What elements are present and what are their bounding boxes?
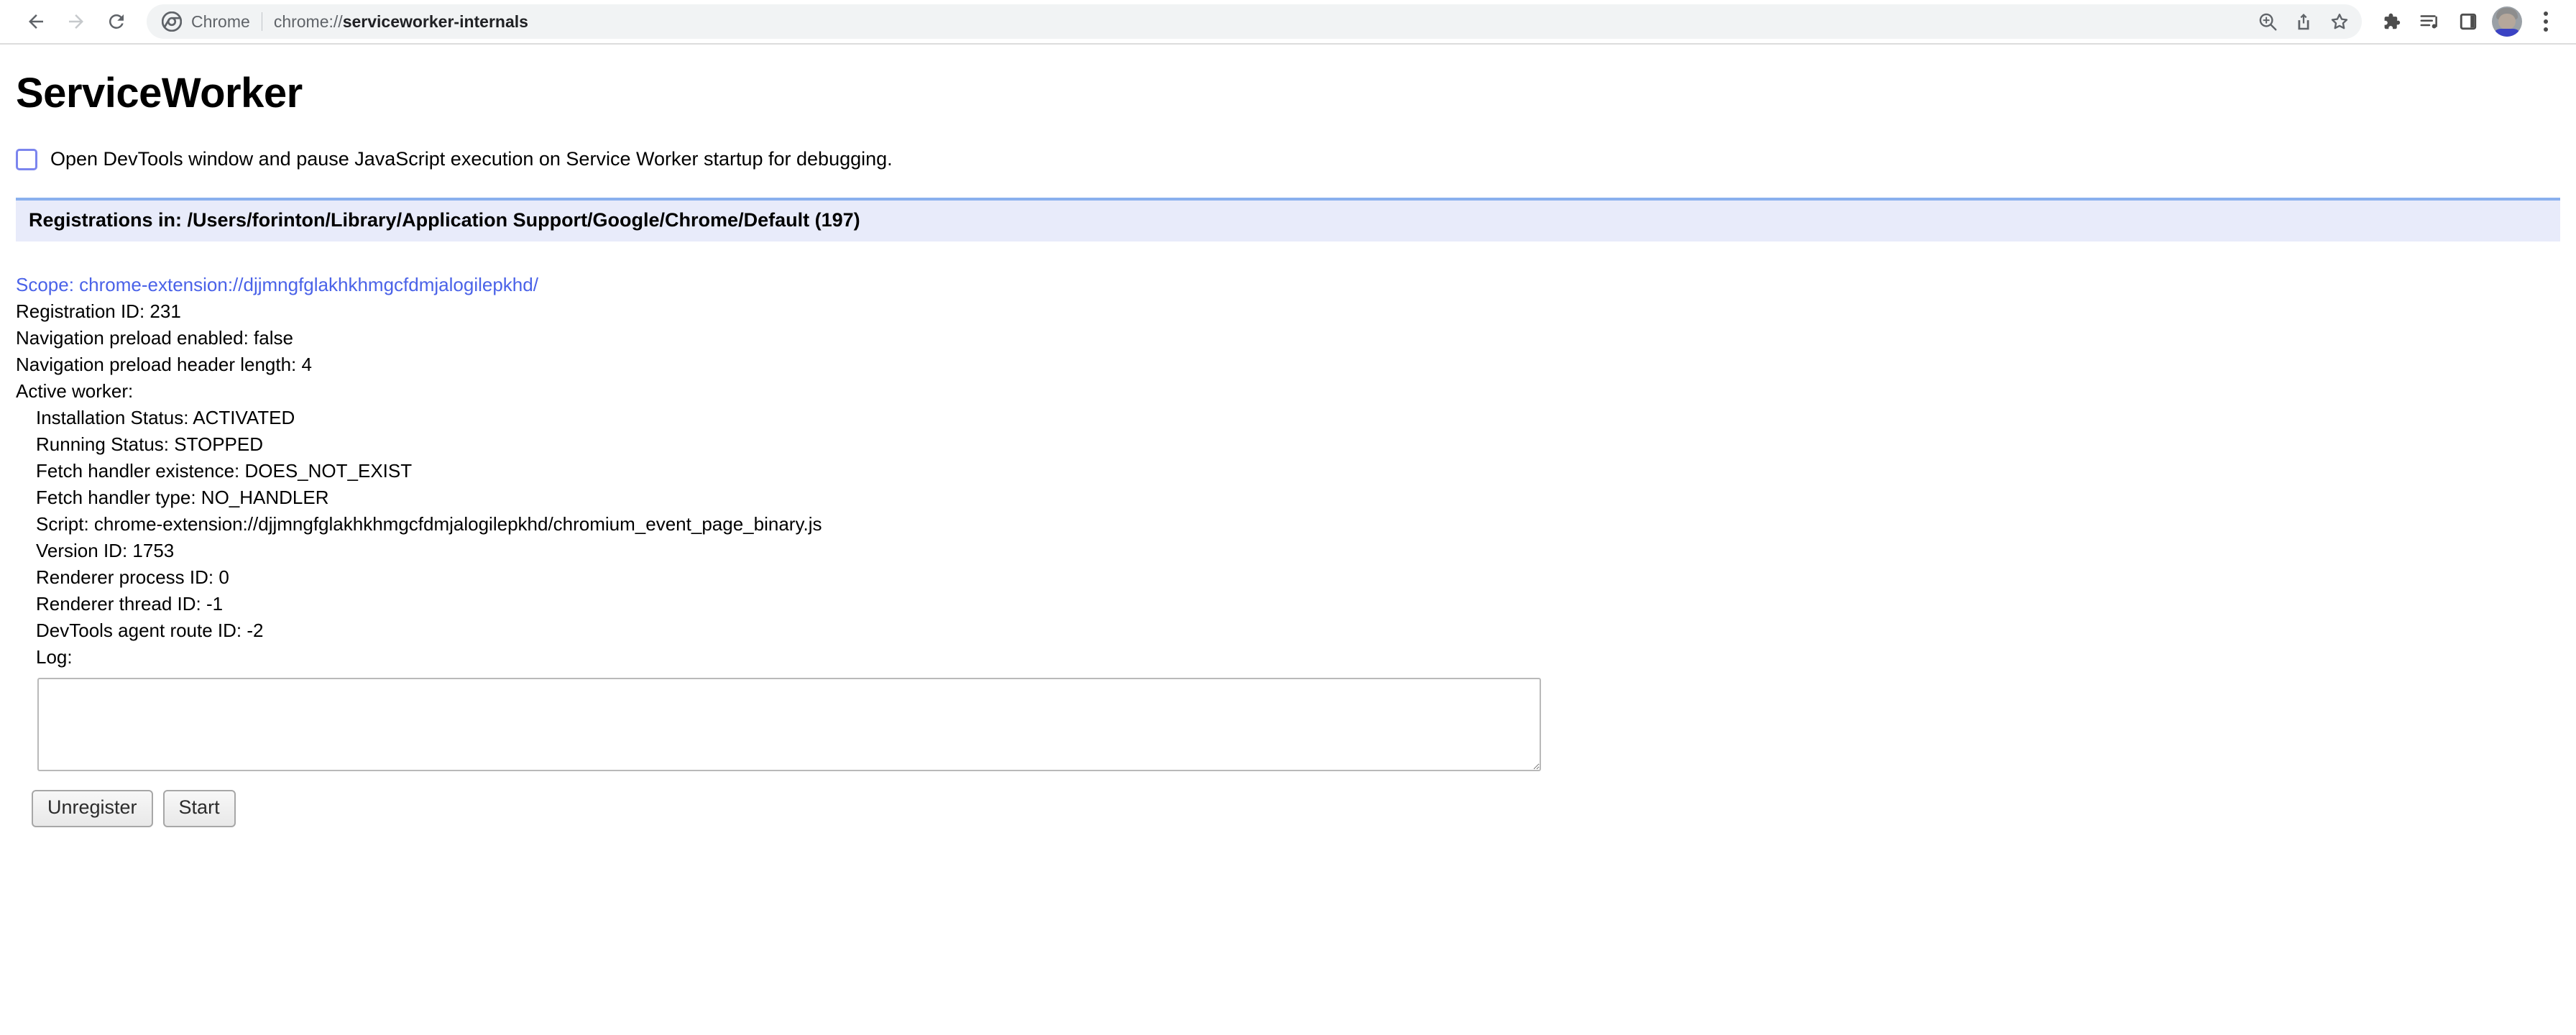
log-label: Log: [36,645,73,668]
side-panel-icon[interactable] [2450,3,2487,40]
bookmark-star-icon[interactable] [2323,5,2356,38]
extensions-puzzle-icon[interactable] [2372,3,2409,40]
share-icon[interactable] [2287,5,2320,38]
browser-toolbar: Chrome chrome://serviceworker-internals [0,0,2576,45]
devtools-agent-route-id-line: DevTools agent route ID: -2 [36,619,264,641]
version-id-line: Version ID: 1753 [36,539,175,561]
serviceworker-internals-page: ServiceWorker Open DevTools window and p… [0,45,2576,1034]
omnibox-url-host: serviceworker-internals [342,12,528,31]
menu-dots [2544,12,2548,32]
zoom-icon[interactable] [2251,5,2284,38]
omnibox-url-text[interactable]: chrome://serviceworker-internals [274,12,2244,32]
registration-id-line: Registration ID: 231 [16,300,181,322]
toolbar-actions [2372,3,2564,40]
running-status-line: Running Status: STOPPED [36,433,264,455]
omnibox-actions [2251,5,2356,38]
unregister-button[interactable]: Unregister [32,789,153,827]
chrome-menu-icon[interactable] [2527,3,2564,40]
navigation-preload-enabled-line: Navigation preload enabled: false [16,326,293,349]
registrations-header: Registrations in: /Users/forinton/Librar… [16,197,2560,242]
omnibox-url-prefix: chrome:// [273,12,343,31]
omnibox[interactable]: Chrome chrome://serviceworker-internals [147,4,2362,39]
fetch-handler-type-line: Fetch handler type: NO_HANDLER [36,486,329,508]
navigation-preload-header-length-line: Navigation preload header length: 4 [16,353,312,375]
back-button[interactable] [16,1,56,42]
log-textarea[interactable] [37,677,1541,771]
media-playlist-icon[interactable] [2411,3,2448,40]
avatar [2492,6,2522,37]
active-worker-label: Active worker: [16,380,134,402]
script-line: Script: chrome-extension://djjmngfglakhk… [36,512,822,535]
registration-button-row: Unregister Start [32,789,2576,827]
installation-status-line: Installation Status: ACTIVATED [36,406,295,428]
avatar-face [2498,14,2516,29]
devtools-debug-row: Open DevTools window and pause JavaScrip… [16,148,2576,170]
page-title: ServiceWorker [16,70,303,116]
devtools-debug-label: Open DevTools window and pause JavaScrip… [50,148,893,170]
omnibox-chip-label: Chrome [191,12,250,31]
chrome-logo-icon [161,11,183,32]
renderer-thread-id-line: Renderer thread ID: -1 [36,592,224,615]
avatar-shirt [2493,29,2521,37]
fetch-handler-existence-line: Fetch handler existence: DOES_NOT_EXIST [36,459,413,482]
registration-entry: Scope: chrome-extension://djjmngfglakhkh… [16,272,2576,827]
start-button[interactable]: Start [162,789,236,827]
renderer-process-id-line: Renderer process ID: 0 [36,566,229,588]
reload-button[interactable] [96,1,137,42]
devtools-debug-checkbox[interactable] [16,148,37,170]
scope-link[interactable]: Scope: chrome-extension://djjmngfglakhkh… [16,272,2576,298]
profile-avatar[interactable] [2488,3,2526,40]
forward-button[interactable] [56,1,96,42]
